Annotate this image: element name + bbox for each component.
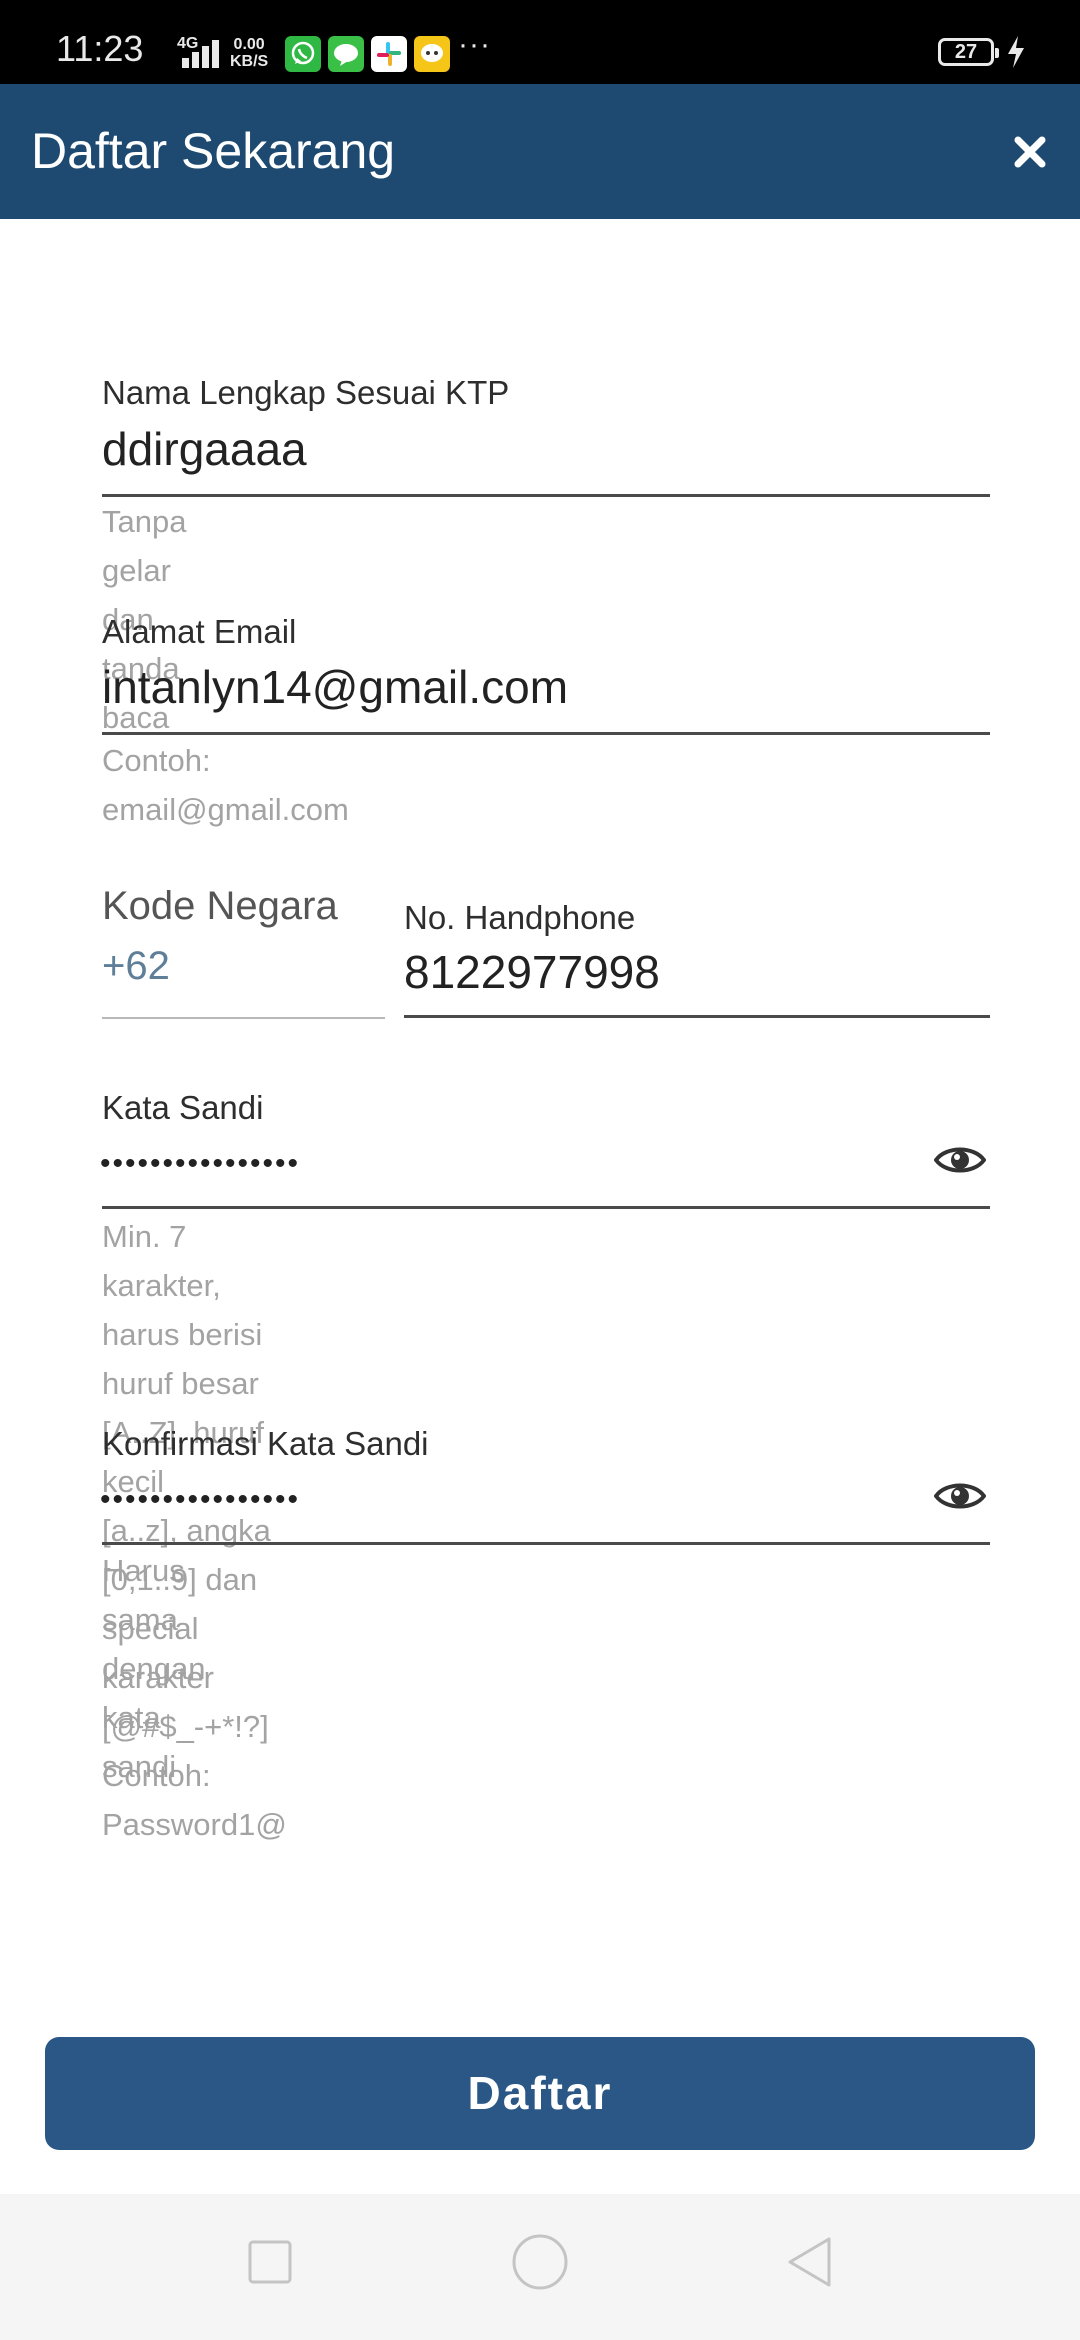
app-bar: Daftar Sekarang [0,84,1080,219]
more-notifications-icon: ··· [458,28,491,61]
full-name-input[interactable]: ddirgaaaa [102,422,307,476]
speed-unit: KB/S [230,53,269,70]
back-icon[interactable] [785,2236,835,2288]
confirm-password-input[interactable]: •••••••••••••••• [100,1483,300,1517]
full-name-underline [102,494,990,497]
full-name-label: Nama Lengkap Sesuai KTP [102,374,510,411]
phone-input[interactable]: 8122977998 [404,945,660,999]
phone-label: No. Handphone [404,899,636,936]
email-underline [102,732,990,735]
password-underline [102,1206,990,1209]
close-icon[interactable] [1010,132,1050,172]
email-input[interactable]: intanlyn14@gmail.com [102,660,568,714]
page-title: Daftar Sekarang [31,123,396,179]
email-hint: Contoh: email@gmail.com [102,743,349,827]
confirm-password-label: Konfirmasi Kata Sandi [102,1425,429,1462]
charging-icon [1008,36,1024,68]
line-icon [328,36,364,72]
country-code-label: Kode Negara [102,884,338,928]
password-label: Kata Sandi [102,1089,264,1126]
confirm-password-hint: Harus sama dengan kata sandi [102,1553,206,1784]
status-time: 11:23 [56,28,144,69]
email-label: Alamat Email [102,613,297,650]
show-confirm-password-eye-icon[interactable] [934,1479,986,1513]
country-code-underline [102,1017,385,1019]
speed-value: 0.00 [233,36,265,53]
data-speed: 0.00 KB/S [230,36,268,70]
system-nav-bar [0,2194,1080,2340]
recent-apps-icon[interactable] [247,2239,293,2285]
signal-icon [178,40,220,68]
daftar-button[interactable]: Daftar [45,2037,1035,2150]
chat-icon [414,36,450,72]
battery-icon: 27 [938,38,999,66]
country-code-input[interactable]: +62 [102,944,170,989]
status-bar: 11:23 4G 0.00 KB/S ··· 27 [0,0,1080,84]
whatsapp-icon [285,36,321,72]
slack-icon [371,36,407,72]
show-password-eye-icon[interactable] [934,1143,986,1177]
phone-underline [404,1015,990,1018]
password-input[interactable]: •••••••••••••••• [100,1147,300,1181]
home-icon[interactable] [511,2233,569,2291]
confirm-password-underline [102,1542,990,1545]
